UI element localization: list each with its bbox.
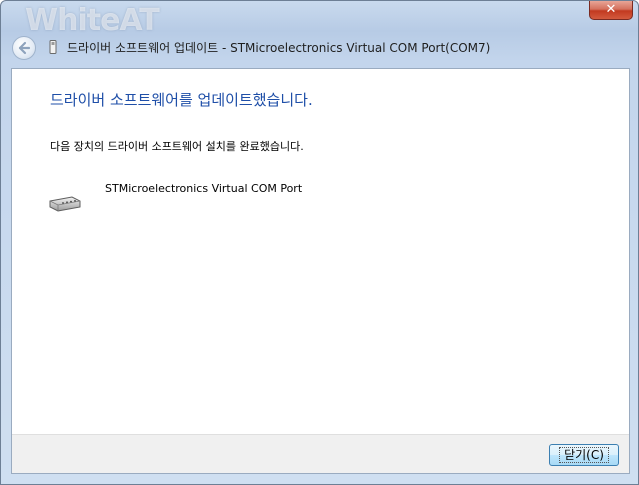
dialog-footer: 닫기(C) bbox=[12, 434, 629, 473]
usb-device-icon bbox=[49, 40, 57, 54]
dialog-window: WhiteAT ✕ 드라이버 소프트웨어 업데이트 - STMicroelect… bbox=[0, 0, 639, 485]
window-title: 드라이버 소프트웨어 업데이트 - STMicroelectronics Vir… bbox=[67, 41, 491, 55]
serial-port-icon bbox=[49, 196, 81, 212]
content-panel: 드라이버 소프트웨어를 업데이트했습니다. 다음 장치의 드라이버 소프트웨어 … bbox=[11, 68, 630, 474]
close-button-label: 닫기(C) bbox=[559, 447, 609, 463]
back-arrow-icon bbox=[18, 41, 31, 55]
close-icon: ✕ bbox=[605, 2, 617, 17]
window-close-button[interactable]: ✕ bbox=[589, 1, 633, 20]
completion-message: 다음 장치의 드라이버 소프트웨어 설치를 완료했습니다. bbox=[50, 140, 304, 153]
device-name: STMicroelectronics Virtual COM Port bbox=[105, 182, 303, 195]
page-heading: 드라이버 소프트웨어를 업데이트했습니다. bbox=[50, 91, 313, 109]
close-button[interactable]: 닫기(C) bbox=[549, 444, 619, 466]
watermark-text: WhiteAT bbox=[25, 3, 160, 38]
back-button[interactable] bbox=[12, 36, 36, 60]
